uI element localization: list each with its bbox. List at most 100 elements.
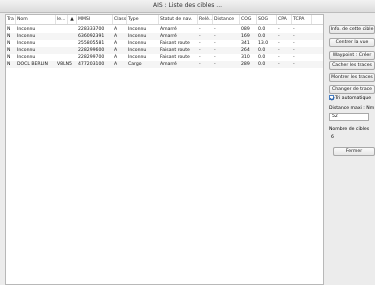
max-distance-label: Distance maxi : Nm: [329, 106, 375, 111]
cell-tra: N: [7, 48, 11, 53]
cell-type: Inconnu: [128, 34, 147, 39]
cell-statut: Amarré: [160, 34, 177, 39]
cell-tra: N: [7, 34, 11, 39]
cell-type: Cargo: [128, 62, 142, 67]
col-nom[interactable]: Nom: [16, 15, 56, 24]
cell-indicatif: V8LN5: [57, 62, 72, 67]
cell-cog: 089: [241, 27, 250, 32]
hide-tracks-button[interactable]: Cacher les traces: [329, 61, 375, 70]
cell-indicatif: [56, 33, 77, 40]
col-releve[interactable]: Relè...: [198, 15, 213, 24]
cell-cpa: -: [278, 55, 280, 60]
cell-type: Inconnu: [128, 27, 147, 32]
show-tracks-button[interactable]: Montrer les traces: [329, 73, 375, 82]
cell-classe: A: [114, 55, 118, 60]
cell-distance: -: [214, 62, 216, 67]
num-targets-label: Nombre de cibles: [329, 127, 370, 132]
cell-nom: Inconnu: [17, 27, 36, 32]
cell-releve: -: [199, 55, 201, 60]
table-row[interactable]: N Inconnu 636092391 A Inconnu Amarré - - 169 0.0 -…: [6, 33, 323, 40]
cell-indicatif: [56, 26, 77, 33]
cell-sog: 0.0: [258, 34, 266, 39]
cell-cog: 264: [241, 48, 250, 53]
col-distance[interactable]: Distance: [213, 15, 240, 24]
cell-nom: Inconnu: [17, 55, 36, 60]
table-row[interactable]: N DOCL BERLIN V8LN5 477203100 A Cargo Amarré - -…: [6, 61, 323, 68]
cell-indicatif: [56, 40, 77, 47]
center-view-button[interactable]: Centrer la vue: [329, 38, 375, 47]
cell-nom: Inconnu: [17, 48, 36, 53]
cell-classe: A: [114, 27, 118, 32]
cell-sog: 0.0: [258, 27, 266, 32]
cell-mmsi: 228333700: [78, 27, 105, 32]
cell-cpa: -: [278, 48, 280, 53]
col-classe[interactable]: Classe: [113, 15, 127, 24]
cell-statut: Amarré: [160, 62, 177, 67]
cell-sog: 13.0: [258, 41, 269, 46]
table-row[interactable]: N Inconnu 255805581 A Inconnu Faisant route - -…: [6, 40, 323, 47]
cell-classe: A: [114, 34, 118, 39]
cell-cpa: -: [278, 62, 280, 67]
cell-statut: Faisant route: [160, 48, 190, 53]
col-tra[interactable]: Tra: [6, 15, 16, 24]
cell-tcpa: -: [293, 27, 295, 32]
cell-cpa: -: [278, 27, 280, 32]
col-sog[interactable]: SOG: [257, 15, 277, 24]
cell-mmsi: 228299600: [78, 48, 105, 53]
window-title: AIS : Liste des cibles ...: [0, 0, 375, 13]
auto-sort-checkbox[interactable]: Tri automatique: [329, 95, 375, 103]
cell-nom: Inconnu: [17, 34, 36, 39]
cell-type: Inconnu: [128, 55, 147, 60]
cell-tcpa: -: [293, 62, 295, 67]
cell-mmsi: 477203100: [78, 62, 105, 67]
cell-statut: Faisant route: [160, 55, 190, 60]
target-info-button[interactable]: Info. de cette cible: [329, 25, 375, 34]
cell-distance: -: [214, 34, 216, 39]
cell-sog: 0.0: [258, 48, 266, 53]
cell-distance: -: [214, 55, 216, 60]
cell-classe: A: [114, 48, 118, 53]
cell-releve: -: [199, 62, 201, 67]
table-row[interactable]: N Inconnu 228299600 A Inconnu Faisant route - -…: [6, 47, 323, 54]
cell-sog: 0.0: [258, 62, 266, 67]
cell-statut: Faisant route: [160, 41, 190, 46]
cell-distance: -: [214, 41, 216, 46]
cell-nom: Inconnu: [17, 41, 36, 46]
cell-releve: -: [199, 27, 201, 32]
cell-cpa: -: [278, 41, 280, 46]
targets-table: Tra Nom le... ▲ MMSI Classe Type Statut …: [5, 14, 324, 285]
cell-tcpa: -: [293, 55, 295, 60]
cell-cog: 310: [241, 55, 250, 60]
cell-tra: N: [7, 62, 11, 67]
create-waypoint-button[interactable]: Waypoint : Créer: [329, 51, 375, 60]
cell-indicatif: [56, 54, 77, 61]
col-type[interactable]: Type: [127, 15, 159, 24]
cell-type: Inconnu: [128, 48, 147, 53]
max-distance-field[interactable]: 52: [329, 113, 369, 121]
col-tcpa[interactable]: TCPA: [292, 15, 312, 24]
change-track-button[interactable]: Changer de trace: [329, 85, 375, 94]
cell-cpa: -: [278, 34, 280, 39]
cell-classe: A: [114, 41, 118, 46]
cell-tcpa: -: [293, 48, 295, 53]
cell-sog: 0.0: [258, 55, 266, 60]
cell-distance: -: [214, 48, 216, 53]
cell-statut: Amarré: [160, 27, 177, 32]
table-row[interactable]: N Inconnu 228333700 A Inconnu Amarré - - 089 0.0 -…: [6, 26, 323, 33]
cell-classe: A: [114, 62, 118, 67]
cell-mmsi: 636092391: [78, 34, 105, 39]
side-panel: Info. de cette cible Centrer la vue Wayp…: [329, 14, 375, 285]
col-indicatif[interactable]: le...: [56, 15, 68, 24]
col-statut[interactable]: Statut de nav.: [159, 15, 198, 24]
cell-indicatif: [56, 47, 77, 54]
auto-sort-label: Tri automatique: [335, 96, 372, 101]
col-mmsi[interactable]: MMSI: [77, 15, 113, 24]
sort-arrow-icon[interactable]: ▲: [68, 15, 77, 24]
table-row[interactable]: N Inconnu 228299700 A Inconnu Faisant route - -…: [6, 54, 323, 61]
cell-mmsi: 255805581: [78, 41, 105, 46]
close-button[interactable]: Fermer: [333, 147, 375, 156]
col-cog[interactable]: COG: [240, 15, 257, 24]
cell-tra: N: [7, 55, 11, 60]
col-cpa[interactable]: CPA: [277, 15, 292, 24]
cell-tra: N: [7, 41, 11, 46]
